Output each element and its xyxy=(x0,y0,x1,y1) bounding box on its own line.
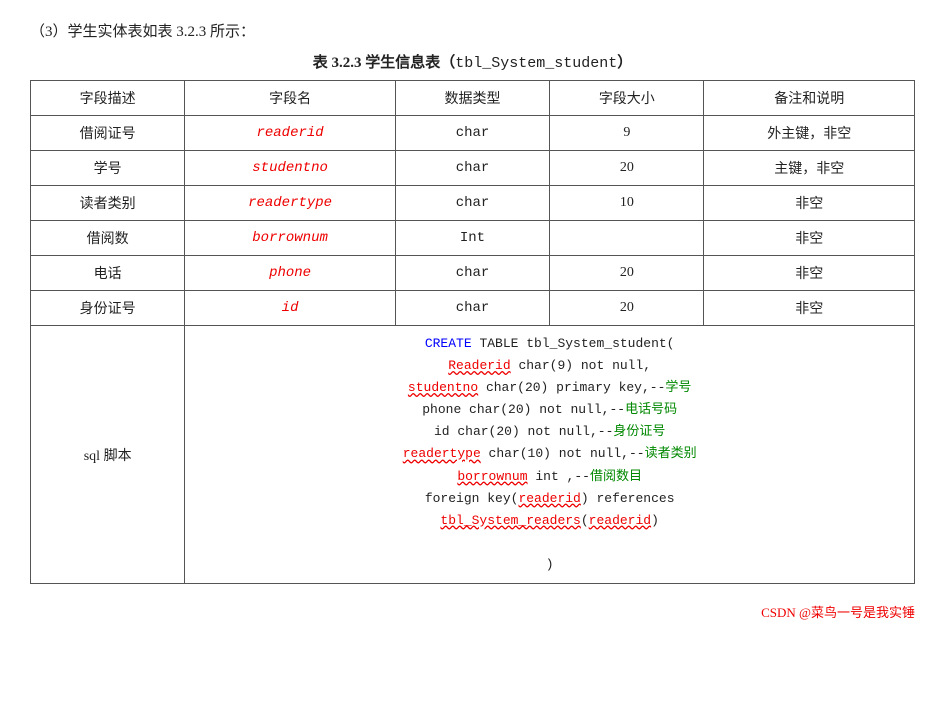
table-row: 电话phonechar20非空 xyxy=(31,256,915,291)
sql-label: sql 脚本 xyxy=(31,326,185,584)
cell-desc: 读者类别 xyxy=(31,186,185,221)
cell-size: 20 xyxy=(550,151,704,186)
cell-desc: 借阅数 xyxy=(31,221,185,256)
cell-size: 10 xyxy=(550,186,704,221)
col-header-field: 字段名 xyxy=(185,81,396,116)
cell-size xyxy=(550,221,704,256)
col-header-note: 备注和说明 xyxy=(704,81,915,116)
col-header-type: 数据类型 xyxy=(395,81,549,116)
cell-field: studentno xyxy=(185,151,396,186)
cell-note: 非空 xyxy=(704,221,915,256)
cell-size: 20 xyxy=(550,256,704,291)
col-header-desc: 字段描述 xyxy=(31,81,185,116)
cell-note: 主键，非空 xyxy=(704,151,915,186)
cell-note: 外主键，非空 xyxy=(704,116,915,151)
cell-desc: 身份证号 xyxy=(31,291,185,326)
cell-field: borrownum xyxy=(185,221,396,256)
info-table: 字段描述 字段名 数据类型 字段大小 备注和说明 借阅证号readeridcha… xyxy=(30,80,915,584)
cell-field: readertype xyxy=(185,186,396,221)
cell-note: 非空 xyxy=(704,256,915,291)
col-header-size: 字段大小 xyxy=(550,81,704,116)
cell-field: phone xyxy=(185,256,396,291)
table-header-row: 字段描述 字段名 数据类型 字段大小 备注和说明 xyxy=(31,81,915,116)
cell-size: 20 xyxy=(550,291,704,326)
table-row: 借阅数borrownumInt 非空 xyxy=(31,221,915,256)
caption-text: 表 3.2.3 学生信息表（ xyxy=(313,55,456,71)
caption-suffix: ） xyxy=(617,55,632,71)
cell-type: char xyxy=(395,116,549,151)
cell-field: readerid xyxy=(185,116,396,151)
cell-desc: 电话 xyxy=(31,256,185,291)
cell-field: id xyxy=(185,291,396,326)
table-row: 读者类别readertypechar10非空 xyxy=(31,186,915,221)
footer-bar: CSDN @菜鸟一号是我实锤 xyxy=(30,602,915,621)
table-caption: 表 3.2.3 学生信息表（tbl_System_student） xyxy=(30,51,915,72)
cell-type: char xyxy=(395,186,549,221)
cell-note: 非空 xyxy=(704,186,915,221)
caption-code: tbl_System_student xyxy=(455,55,617,72)
table-row: 身份证号idchar20非空 xyxy=(31,291,915,326)
cell-note: 非空 xyxy=(704,291,915,326)
cell-desc: 借阅证号 xyxy=(31,116,185,151)
table-row: 学号studentnochar20主键，非空 xyxy=(31,151,915,186)
cell-type: Int xyxy=(395,221,549,256)
footer-text: CSDN @菜鸟一号是我实锤 xyxy=(761,605,915,620)
cell-type: char xyxy=(395,151,549,186)
sql-row: sql 脚本CREATE TABLE tbl_System_student( R… xyxy=(31,326,915,584)
cell-desc: 学号 xyxy=(31,151,185,186)
sql-code-cell: CREATE TABLE tbl_System_student( Readeri… xyxy=(185,326,915,584)
cell-size: 9 xyxy=(550,116,704,151)
cell-type: char xyxy=(395,291,549,326)
table-row: 借阅证号readeridchar9外主键，非空 xyxy=(31,116,915,151)
cell-type: char xyxy=(395,256,549,291)
intro-text: （3）学生实体表如表 3.2.3 所示： xyxy=(30,20,915,41)
